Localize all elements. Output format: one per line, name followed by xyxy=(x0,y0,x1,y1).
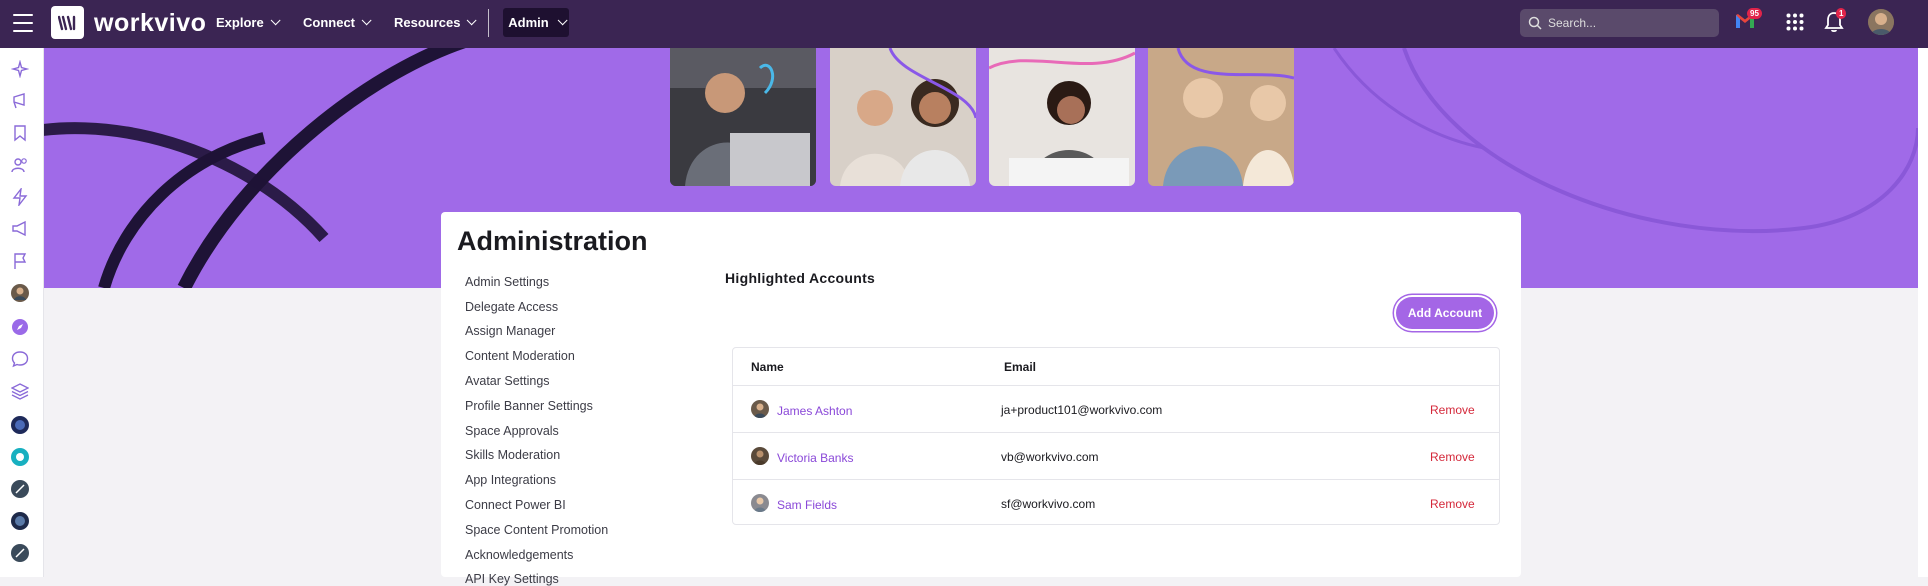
chevron-down-icon xyxy=(270,15,281,26)
chevron-down-icon xyxy=(361,15,372,26)
admin-menu-item[interactable]: App Integrations xyxy=(465,473,556,487)
search-box[interactable] xyxy=(1520,9,1719,37)
nav-connect-label: Connect xyxy=(303,15,355,30)
megaphone-icon[interactable] xyxy=(11,220,29,238)
flag-icon[interactable] xyxy=(11,252,29,270)
notification-count-badge: 1 xyxy=(1836,8,1847,19)
chat-icon[interactable] xyxy=(11,350,29,368)
admin-menu-item[interactable]: Profile Banner Settings xyxy=(465,399,593,413)
page-title: Administration xyxy=(457,226,648,256)
highlighted-accounts-table: Name Email James Ashton ja+product101@wo… xyxy=(732,347,1500,525)
admin-menu-item[interactable]: Delegate Access xyxy=(465,300,558,314)
banner-photo xyxy=(1148,48,1294,186)
remove-button[interactable]: Remove xyxy=(1430,403,1475,417)
admin-menu-item[interactable]: Assign Manager xyxy=(465,324,555,338)
workvivo-logo-icon[interactable] xyxy=(51,6,84,39)
admin-menu-item[interactable]: Content Moderation xyxy=(465,349,575,363)
space-avatar-icon[interactable] xyxy=(11,512,29,530)
search-icon xyxy=(1528,16,1542,30)
sparkle-icon[interactable] xyxy=(11,60,29,78)
lightning-icon[interactable] xyxy=(11,188,29,206)
bell-icon[interactable]: 1 xyxy=(1824,8,1847,38)
table-row: Sam Fields sf@workvivo.com Remove xyxy=(733,481,1499,527)
gmail-icon[interactable]: 95 xyxy=(1734,8,1762,37)
admin-menu-item[interactable]: Acknowledgements xyxy=(465,548,573,562)
account-email: ja+product101@workvivo.com xyxy=(1001,403,1163,417)
table-header: Name Email xyxy=(733,348,1499,386)
banner-photo xyxy=(830,48,976,186)
admin-menu-item[interactable]: Skills Moderation xyxy=(465,448,560,462)
space-avatar-icon[interactable] xyxy=(11,448,29,466)
avatar xyxy=(751,447,769,465)
mail-count-badge: 95 xyxy=(1747,8,1762,19)
bookmark-icon[interactable] xyxy=(11,124,29,142)
left-sidebar xyxy=(0,48,44,577)
column-header-email: Email xyxy=(1004,360,1037,374)
column-header-name: Name xyxy=(751,360,784,374)
admin-menu-item[interactable]: Space Approvals xyxy=(465,424,559,438)
section-title: Highlighted Accounts xyxy=(725,270,876,286)
compass-icon[interactable] xyxy=(11,318,29,336)
space-avatar-icon[interactable] xyxy=(11,544,29,562)
nav-explore[interactable]: Explore xyxy=(216,15,281,30)
admin-menu-item[interactable]: Connect Power BI xyxy=(465,498,566,512)
account-name-link[interactable]: James Ashton xyxy=(777,404,852,418)
administration-card: Administration Admin Settings Delegate A… xyxy=(441,212,1521,586)
account-name-link[interactable]: Victoria Banks xyxy=(777,451,853,465)
logo-wordmark[interactable]: workvivo xyxy=(94,9,206,38)
nav-admin-label: Admin xyxy=(508,15,549,30)
account-email: sf@workvivo.com xyxy=(1001,497,1096,511)
chevron-down-icon xyxy=(467,15,478,26)
nav-resources-label: Resources xyxy=(394,15,461,30)
space-avatar-icon[interactable] xyxy=(11,480,29,498)
add-account-button[interactable]: Add Account xyxy=(1396,297,1494,329)
nav-connect[interactable]: Connect xyxy=(303,15,372,30)
user-avatar[interactable] xyxy=(1868,9,1894,35)
table-row: James Ashton ja+product101@workvivo.com … xyxy=(733,387,1499,433)
admin-menu-item[interactable]: Space Content Promotion xyxy=(465,523,608,537)
table-row: Victoria Banks vb@workvivo.com Remove xyxy=(733,434,1499,480)
space-avatar-icon[interactable] xyxy=(11,416,29,434)
avatar xyxy=(751,400,769,418)
chevron-down-icon xyxy=(557,15,568,26)
people-icon[interactable] xyxy=(11,156,29,174)
nav-admin[interactable]: Admin xyxy=(503,8,569,37)
apps-grid-icon[interactable] xyxy=(1786,13,1804,36)
nav-resources[interactable]: Resources xyxy=(394,15,478,30)
nav-explore-label: Explore xyxy=(216,15,264,30)
layers-icon[interactable] xyxy=(11,382,29,400)
megaphone-stack-icon[interactable] xyxy=(11,92,29,110)
menu-icon[interactable] xyxy=(13,14,33,32)
account-name-link[interactable]: Sam Fields xyxy=(777,498,837,512)
admin-menu-item[interactable]: Admin Settings xyxy=(465,275,549,289)
admin-menu-item[interactable]: API Key Settings xyxy=(465,572,559,586)
remove-button[interactable]: Remove xyxy=(1430,497,1475,511)
admin-menu-item[interactable]: Avatar Settings xyxy=(465,374,550,388)
nav-divider xyxy=(488,9,489,37)
profile-avatar-icon[interactable] xyxy=(11,284,29,302)
banner-photo xyxy=(989,48,1135,186)
avatar xyxy=(751,494,769,512)
top-navigation-bar: workvivo Explore Connect Resources Admin… xyxy=(0,0,1928,48)
account-email: vb@workvivo.com xyxy=(1001,450,1099,464)
remove-button[interactable]: Remove xyxy=(1430,450,1475,464)
scrollbar[interactable] xyxy=(1918,48,1928,577)
banner-photo xyxy=(670,48,816,186)
search-input[interactable] xyxy=(1548,16,1708,30)
